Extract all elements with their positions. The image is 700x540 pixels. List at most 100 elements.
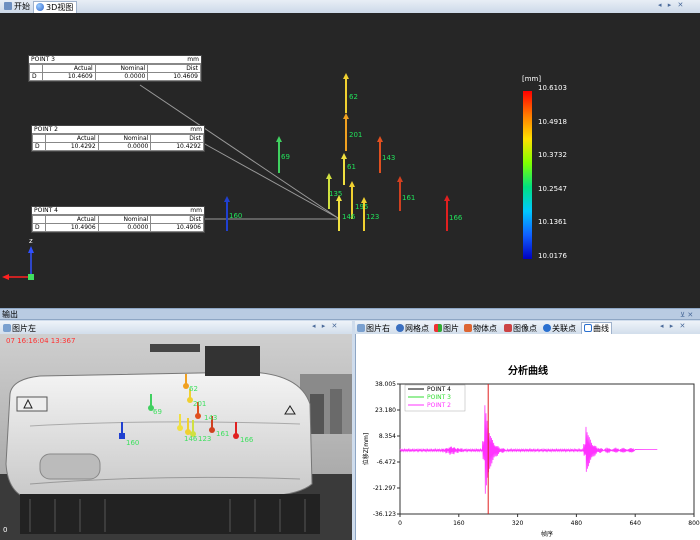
excavator-photo xyxy=(0,334,352,540)
legend-label: POINT 2 xyxy=(427,402,451,409)
legend-label: POINT 4 xyxy=(427,386,451,393)
x-tick-label: 320 xyxy=(512,520,524,527)
point-table-unit: mm xyxy=(190,126,202,133)
axis-z-label: z xyxy=(29,237,33,245)
col-nominal: Nominal xyxy=(94,64,149,73)
y-tick-label: -36.123 xyxy=(373,511,396,518)
tab-image-label: 图片 xyxy=(443,324,459,333)
point-table-unit: mm xyxy=(190,207,202,214)
value-actual: 10.4292 xyxy=(45,142,99,151)
y-tick-label: -6.472 xyxy=(377,459,397,466)
y-axis-label: 位移Z[mm] xyxy=(362,433,370,465)
point-table-title: POINT 4 xyxy=(34,207,58,214)
tab-start[interactable]: 开始 xyxy=(2,1,33,13)
point-table-title: POINT 2 xyxy=(34,126,58,133)
output-title: 输出 xyxy=(2,310,18,319)
tab-image[interactable]: 图片 xyxy=(434,323,459,334)
tab-image-right[interactable]: 图片右 xyxy=(357,323,390,334)
photo-label-123: 123 xyxy=(198,435,212,443)
col-dist: Dist xyxy=(150,215,204,224)
left-panel-tabbar: 图片左 ◂ ▸ ✕ xyxy=(0,321,352,335)
image-corner-index: 0 xyxy=(3,526,8,534)
point-table: POINT 3 mm Actual Nominal Dist D 10.4609 0.00… xyxy=(28,55,202,82)
x-axis-label: 帧序 xyxy=(541,530,553,538)
colorbar-tick: 10.2547 xyxy=(538,184,567,193)
y-tick-label: 38.005 xyxy=(375,381,396,388)
marker-label-62: 62 xyxy=(349,93,358,101)
tab-start-label: 开始 xyxy=(14,2,30,11)
tab-nav-buttons[interactable]: ◂ ▸ ✕ xyxy=(658,1,685,9)
col-dist: Dist xyxy=(150,134,204,143)
tab-image-right-label: 图片右 xyxy=(366,324,390,333)
row-label: D xyxy=(29,72,43,81)
marker-label-123: 123 xyxy=(366,213,380,221)
photo-label-69: 69 xyxy=(153,408,162,416)
tab-3d-view[interactable]: 3D视图 xyxy=(33,1,78,13)
right-nav-buttons[interactable]: ◂ ▸ ✕ xyxy=(660,322,687,330)
curve-icon xyxy=(584,324,592,332)
camera-image-left[interactable]: 07 16:16:04 13:367 62 201 69 143 161 166… xyxy=(0,334,352,540)
legend-label: POINT 3 xyxy=(427,394,451,401)
photo-label-201: 201 xyxy=(193,400,207,408)
col-nominal: Nominal xyxy=(97,134,152,143)
row-label: D xyxy=(32,142,46,151)
3d-view-canvas[interactable]: z POINT 3 mm Actual Nominal Dist D 10.4609 0.… xyxy=(0,13,700,308)
tab-image-points-label: 图像点 xyxy=(513,324,537,333)
x-tick-label: 640 xyxy=(629,520,641,527)
series-line-point-2 xyxy=(399,405,658,494)
tab-curve[interactable]: 曲线 xyxy=(581,322,612,334)
point-table-unit: mm xyxy=(187,56,199,63)
top-tab-bar: 开始 3D视图 ◂ ▸ ✕ xyxy=(0,0,700,14)
value-actual: 10.4906 xyxy=(45,223,99,232)
photo-label-160: 160 xyxy=(126,439,140,447)
colorbar-tick: 10.3732 xyxy=(538,151,567,160)
point-table: POINT 4 mm Actual Nominal Dist D 10.4906 0.00… xyxy=(31,206,205,233)
tab-curve-label: 曲线 xyxy=(593,324,609,333)
photo-label-146: 146 xyxy=(184,435,198,443)
tab-image-points[interactable]: 图像点 xyxy=(504,323,537,334)
home-icon xyxy=(4,2,12,10)
marker-label-201: 201 xyxy=(349,131,363,139)
marker-label-160: 160 xyxy=(229,212,243,220)
tab-image-left[interactable]: 图片左 xyxy=(3,323,36,334)
marker-label-61: 61 xyxy=(347,163,356,171)
object-icon xyxy=(464,324,472,332)
x-tick-label: 0 xyxy=(398,520,402,527)
colorbar-tick: 10.0176 xyxy=(538,252,567,260)
colorbar-gradient xyxy=(523,91,532,259)
image-points-icon xyxy=(504,324,512,332)
link-icon xyxy=(543,324,551,332)
picture-icon xyxy=(434,324,442,332)
tab-object-points-label: 物体点 xyxy=(473,324,497,333)
value-actual: 10.4609 xyxy=(42,72,96,81)
tab-linked-points[interactable]: 关联点 xyxy=(543,323,576,334)
tab-grid-points[interactable]: 网格点 xyxy=(396,323,429,334)
marker-label-69: 69 xyxy=(281,153,290,161)
col-actual: Actual xyxy=(45,134,99,143)
value-nominal: 0.0000 xyxy=(97,223,152,232)
deformation-arrow-166[interactable] xyxy=(444,195,450,231)
grid-icon xyxy=(396,324,404,332)
value-dist: 10.4609 xyxy=(147,72,201,81)
col-nominal: Nominal xyxy=(97,215,152,224)
marker-label-143: 143 xyxy=(382,154,396,162)
col-actual: Actual xyxy=(45,215,99,224)
analysis-curve-panel[interactable]: 分析曲线 38.005 23.180 8.354 -6.472 -21.297 -36.12… xyxy=(355,334,700,540)
value-nominal: 0.0000 xyxy=(97,142,152,151)
value-dist: 10.4906 xyxy=(150,223,204,232)
photo-label-143: 143 xyxy=(204,414,218,422)
marker-label-166: 166 xyxy=(449,214,463,222)
tab-image-left-label: 图片左 xyxy=(12,324,36,333)
analysis-chart: 分析曲线 38.005 23.180 8.354 -6.472 -21.297 -36.12… xyxy=(362,364,700,538)
tab-3d-view-label: 3D视图 xyxy=(46,3,74,12)
globe-icon xyxy=(36,3,44,11)
y-tick-label: 23.180 xyxy=(375,407,396,414)
tab-linked-points-label: 关联点 xyxy=(552,324,576,333)
photo-label-166: 166 xyxy=(240,436,254,444)
point-table-title: POINT 3 xyxy=(31,56,55,63)
tab-object-points[interactable]: 物体点 xyxy=(464,323,497,334)
left-nav-buttons[interactable]: ◂ ▸ ✕ xyxy=(312,322,339,330)
output-pin-close[interactable]: ⊻ ✕ xyxy=(680,309,693,321)
colorbar-tick: 10.6103 xyxy=(538,84,567,92)
output-panel-header: 输出 ⊻ ✕ xyxy=(0,308,700,320)
